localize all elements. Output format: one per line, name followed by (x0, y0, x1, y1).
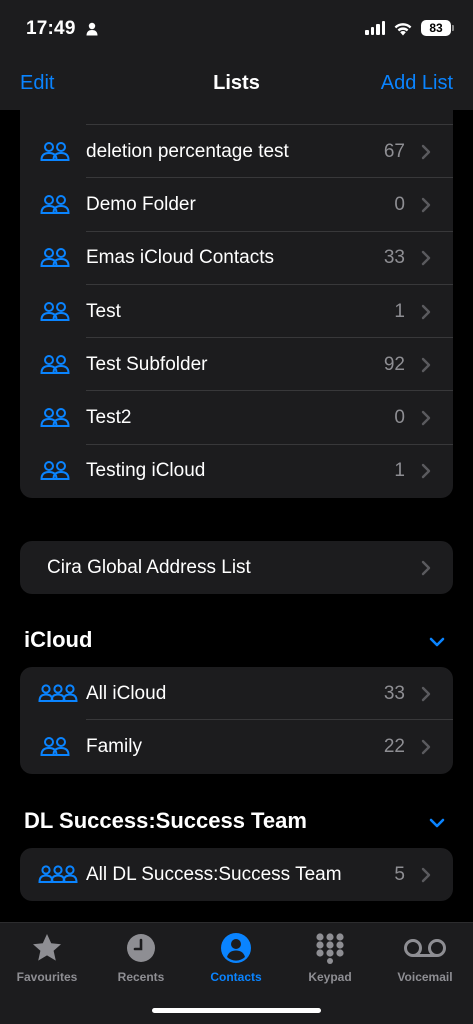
battery-indicator: 83 (421, 20, 454, 36)
tab-keypad[interactable]: Keypad (283, 931, 377, 984)
list-item[interactable]: Test2 0 (20, 391, 453, 445)
list-item[interactable]: Test 1 (20, 285, 453, 339)
header: 17:49 83 Lists Edit Add List (0, 0, 473, 110)
clock-icon (127, 934, 155, 962)
icloud-card: All iCloud 33 Family 22 (20, 667, 453, 774)
tab-label: Recents (117, 970, 165, 984)
tab-label: Favourites (16, 970, 78, 984)
tab-contacts[interactable]: Contacts (189, 931, 283, 984)
chevron-right-icon (421, 357, 431, 373)
cellular-signal-icon (365, 21, 385, 35)
list-item-label: Test (86, 300, 121, 322)
keypad-icon (316, 933, 344, 964)
voicemail-icon (404, 939, 446, 957)
tab-label: Contacts (210, 970, 262, 984)
chevron-down-icon[interactable] (429, 818, 445, 828)
home-indicator (152, 1008, 321, 1013)
list-item[interactable]: Testing iCloud 1 (20, 445, 453, 498)
group-icon (40, 461, 70, 481)
tab-label: Voicemail (397, 970, 453, 984)
group-icon (40, 354, 70, 374)
list-item-label: Test Subfolder (86, 353, 208, 375)
chevron-right-icon (421, 197, 431, 213)
status-bar: 17:49 83 (0, 0, 473, 60)
list-item-label: All iCloud (86, 682, 167, 704)
chevron-right-icon (421, 560, 431, 575)
list-item-label: Testing iCloud (86, 460, 206, 482)
star-icon (33, 934, 61, 961)
list-item-count: 0 (394, 193, 405, 215)
group-icon (40, 736, 70, 756)
list-item[interactable]: Test Subfolder 92 (20, 338, 453, 392)
section-title-icloud: iCloud (24, 627, 93, 652)
wifi-icon (394, 22, 412, 35)
group-icon (40, 248, 70, 268)
list-item-count: 5 (394, 863, 405, 885)
chevron-right-icon (421, 686, 431, 701)
global-address-list-label: Cira Global Address List (47, 556, 251, 578)
list-item-count: 33 (383, 247, 405, 269)
chevron-right-icon (421, 867, 431, 882)
list-item[interactable] (20, 108, 453, 125)
chevron-right-icon (421, 304, 431, 319)
nav-bar: Lists Edit Add List (0, 60, 473, 110)
status-time: 17:49 (26, 18, 76, 39)
chevron-right-icon (421, 410, 431, 426)
list-item-count: 92 (383, 353, 405, 375)
status-indicators: 83 (365, 20, 454, 36)
list-item-label: All DL Success:Success Team (86, 863, 342, 885)
list-item[interactable]: Demo Folder 0 (20, 178, 453, 232)
group-icon (40, 194, 70, 214)
edit-button[interactable]: Edit (20, 72, 54, 95)
tab-favourites[interactable]: Favourites (0, 931, 94, 984)
list-item-count: 22 (383, 735, 405, 757)
person-circle-icon (221, 933, 251, 963)
chevron-right-icon (421, 144, 431, 159)
person-icon (86, 22, 98, 36)
tab-recents[interactable]: Recents (94, 931, 188, 984)
group-icon (40, 301, 70, 321)
list-item-label: Test2 (86, 407, 132, 429)
chevron-right-icon (421, 464, 431, 479)
global-address-list-row[interactable]: Cira Global Address List (20, 541, 453, 594)
chevron-right-icon (421, 739, 431, 755)
list-item-label: Emas iCloud Contacts (86, 247, 274, 269)
section-title-dl: DL Success:Success Team (24, 808, 307, 833)
list-item-label: deletion percentage test (86, 140, 289, 162)
list-item-label: Demo Folder (86, 193, 196, 215)
tab-voicemail[interactable]: Voicemail (378, 931, 472, 984)
list-item[interactable]: All iCloud 33 (20, 667, 453, 721)
list-item[interactable]: Emas iCloud Contacts 33 (20, 232, 453, 285)
list-item-count: 0 (394, 407, 405, 429)
list-item-count: 33 (383, 682, 405, 704)
chevron-down-icon[interactable] (429, 637, 445, 647)
group-icon (38, 865, 78, 883)
list-item[interactable]: deletion percentage test 67 (20, 125, 453, 179)
list-item-count: 67 (383, 140, 405, 162)
group-icon (40, 408, 70, 428)
group-icon (38, 684, 78, 702)
lists-card: deletion percentage test 67 Demo Folder 0 Em… (20, 108, 453, 498)
list-item[interactable]: All DL Success:Success Team 5 (20, 848, 453, 901)
tab-label: Keypad (308, 970, 352, 984)
dl-card: All DL Success:Success Team 5 (20, 848, 453, 901)
add-list-button[interactable]: Add List (381, 72, 453, 95)
chevron-right-icon (421, 251, 431, 266)
list-item-count: 1 (394, 460, 405, 482)
list-item-label: Family (86, 735, 142, 757)
global-address-list-card: Cira Global Address List (20, 541, 453, 594)
list-item[interactable]: Family 22 (20, 720, 453, 773)
list-item-count: 1 (394, 300, 405, 322)
group-icon (40, 141, 70, 161)
